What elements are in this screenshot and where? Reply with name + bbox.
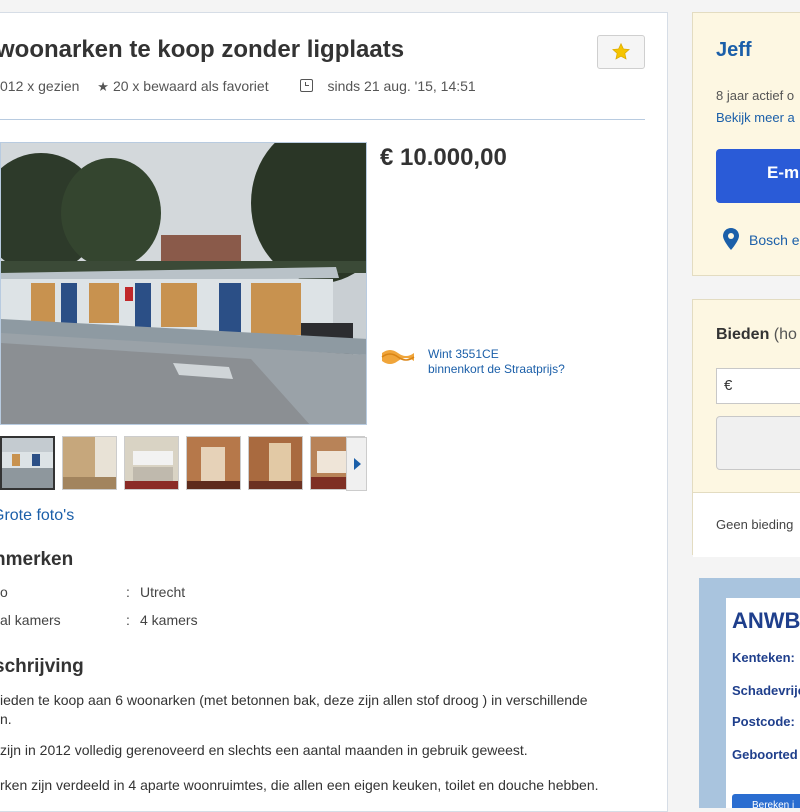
email-seller-button[interactable]: E-m — [716, 149, 800, 203]
description-line: rken zijn verdeeld in 4 aparte woonruimt… — [0, 777, 599, 793]
currency-symbol: € — [724, 377, 733, 394]
attribute-label: o — [0, 584, 8, 600]
seller-more-link[interactable]: Bekijk meer a — [716, 110, 795, 125]
description-line: ieden te koop aan 6 woonarken (met beton… — [0, 692, 588, 708]
promo-line-2: binnenkort de Straatprijs? — [428, 362, 565, 376]
attribute-label: al kamers — [0, 612, 61, 628]
bid-title-label: Bieden — [716, 326, 770, 343]
main-photo[interactable] — [0, 142, 367, 425]
thumbnail[interactable] — [248, 436, 303, 490]
posted-date-label: sinds 21 aug. '15, 14:51 — [327, 78, 476, 94]
location-pin-icon — [723, 228, 739, 250]
ad-field-label: Geboorted — [732, 747, 798, 762]
ad-calculate-button[interactable]: Bereken j — [732, 794, 800, 808]
posted-date: sinds 21 aug. '15, 14:51 — [300, 78, 489, 94]
flag-icon — [381, 350, 415, 364]
ad-panel: ANWB Kenteken: Schadevrije Postcode: Geb… — [726, 598, 800, 808]
listing-price: € 10.000,00 — [380, 144, 507, 171]
big-photos-link[interactable]: Grote foto's — [0, 507, 74, 525]
seller-location-label: Bosch e — [749, 232, 800, 248]
thumbnail[interactable] — [124, 436, 179, 490]
attributes-heading: nmerken — [0, 549, 74, 570]
description-heading: schrijving — [0, 656, 84, 677]
attribute-value: 4 kamers — [140, 612, 198, 628]
seller-name[interactable]: Jeff — [716, 39, 752, 62]
promo-link[interactable]: Wint 3551CE binnenkort de Straatprijs? — [428, 347, 565, 377]
bid-amount-input[interactable]: € — [716, 368, 800, 404]
thumbnail[interactable] — [186, 436, 241, 490]
clock-icon — [300, 79, 314, 92]
ad-field-label: Schadevrije — [732, 683, 800, 698]
attribute-separator: : — [126, 584, 130, 600]
listing-meta: 012 x gezien ★ 20 x bewaard als favoriet … — [0, 78, 504, 95]
views-count: 012 x gezien — [0, 78, 80, 94]
attribute-separator: : — [126, 612, 130, 628]
promo-line-1: Wint 3551CE — [428, 347, 499, 361]
chevron-right-icon — [353, 458, 361, 470]
seller-box: Jeff 8 jaar actief o Bekijk meer a E-m B… — [692, 12, 800, 276]
seller-active-since: 8 jaar actief o — [716, 88, 795, 103]
thumbnail[interactable] — [0, 436, 55, 490]
ad-brand: ANWB — [732, 608, 800, 633]
anwb-advertisement[interactable]: ANWB Kenteken: Schadevrije Postcode: Geb… — [699, 578, 800, 808]
no-bids-text: Geen bieding — [716, 517, 794, 532]
houseboat-photo — [1, 143, 366, 424]
favorite-button[interactable] — [597, 35, 645, 69]
place-bid-button[interactable] — [716, 416, 800, 470]
thumbnail[interactable] — [62, 436, 117, 490]
star-icon — [612, 42, 630, 60]
description-line: zijn in 2012 volledig gerenoveerd en sle… — [0, 742, 528, 758]
favorites-count: ★ 20 x bewaard als favoriet — [97, 78, 282, 94]
bid-title-sub: (ho — [773, 326, 797, 343]
bid-box: Bieden (ho € Geen bieding — [692, 299, 800, 557]
description-line: n. — [0, 711, 12, 727]
bid-footer: Geen bieding — [693, 492, 800, 557]
streetprize-promo[interactable]: Wint 3551CE binnenkort de Straatprijs? — [380, 347, 565, 377]
favorites-label: 20 x bewaard als favoriet — [112, 78, 269, 94]
star-outline-icon: ★ — [97, 79, 109, 94]
ad-field-label: Kenteken: — [732, 650, 795, 665]
listing-title: woonarken te koop zonder ligplaats — [0, 36, 405, 63]
ad-field-label: Postcode: — [732, 714, 795, 729]
attribute-value: Utrecht — [140, 584, 186, 600]
thumbnail-strip — [0, 436, 365, 492]
bid-title: Bieden (ho — [716, 326, 797, 344]
title-divider — [0, 119, 645, 120]
thumbnail-next-button[interactable] — [346, 437, 367, 491]
